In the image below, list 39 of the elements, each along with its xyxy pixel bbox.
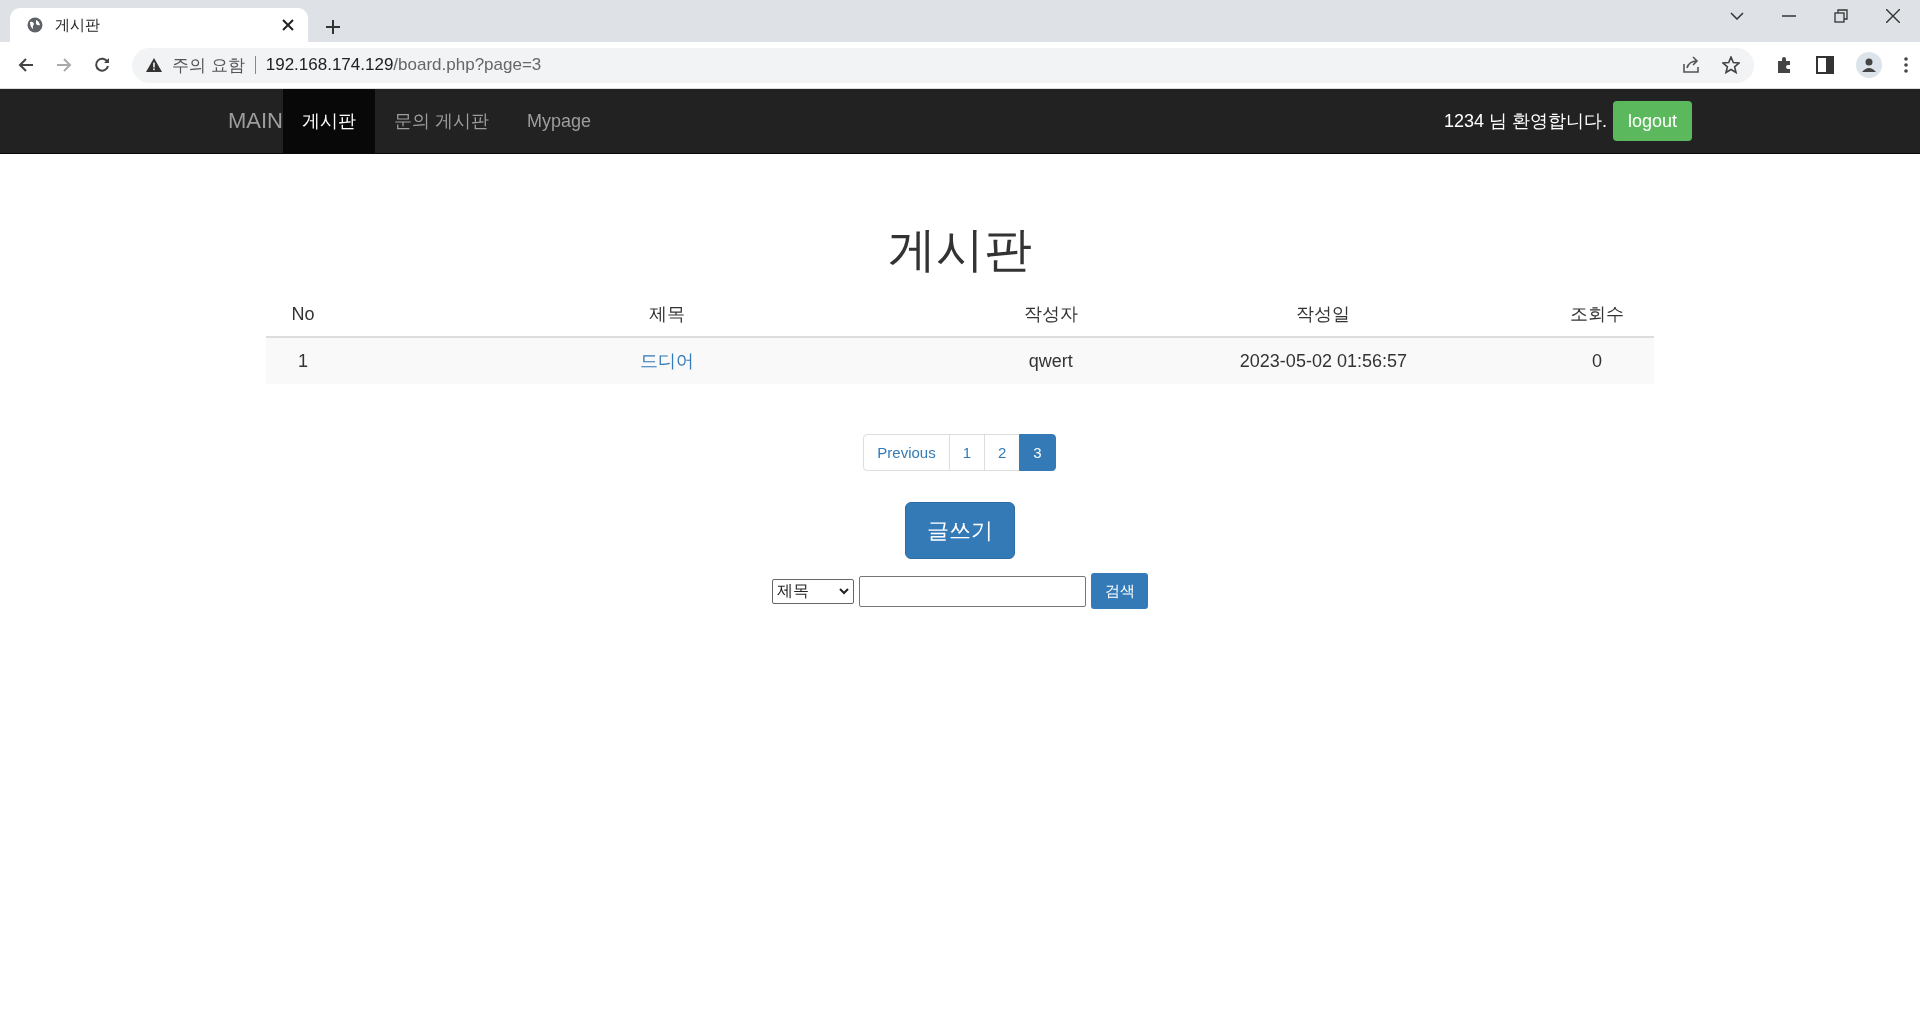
nav-link[interactable]: Mypage: [508, 89, 611, 153]
star-icon[interactable]: [1722, 56, 1740, 74]
nav-link[interactable]: 게시판: [283, 89, 375, 153]
nav-link[interactable]: 문의 게시판: [375, 89, 508, 153]
search-button[interactable]: 검색: [1091, 573, 1148, 609]
welcome-text: 1234 님 환영합니다.: [1443, 110, 1607, 133]
chevron-down-icon[interactable]: [1730, 12, 1744, 20]
tab-title: 게시판: [55, 15, 101, 35]
close-icon[interactable]: [282, 19, 294, 31]
side-panel-icon[interactable]: [1816, 56, 1834, 74]
browser-tab[interactable]: 게시판: [10, 8, 308, 42]
post-title-link[interactable]: 드디어: [640, 351, 695, 371]
address-bar[interactable]: 주의 요함 192.168.174.129/board.php?page=3: [132, 47, 1754, 83]
url-text: 192.168.174.129/board.php?page=3: [265, 55, 542, 75]
page-title: 게시판: [888, 222, 1032, 278]
search-field[interactable]: [859, 575, 1086, 607]
chevron-down-icon: [839, 587, 849, 595]
table-cell: 0: [1540, 337, 1654, 384]
page-link[interactable]: 3: [1019, 434, 1056, 471]
security-label: 주의 요함: [172, 54, 245, 77]
page-link[interactable]: 2: [984, 434, 1021, 471]
back-icon[interactable]: [18, 57, 34, 73]
table-cell: 2023-05-02 01:56:57: [1106, 337, 1541, 384]
share-icon[interactable]: [1682, 56, 1700, 74]
write-button[interactable]: 글쓰기: [905, 502, 1015, 559]
person-icon: [1862, 58, 1876, 72]
plus-icon[interactable]: [326, 20, 340, 34]
reload-icon[interactable]: [94, 57, 110, 73]
search-type-select[interactable]: 제목: [772, 578, 854, 604]
page-link[interactable]: Previous: [863, 434, 950, 471]
table-cell: qwert: [994, 337, 1107, 384]
profile-icon[interactable]: [1856, 52, 1882, 78]
brand-link[interactable]: MAIN: [228, 89, 283, 153]
menu-icon[interactable]: [1904, 57, 1908, 73]
globe-icon: [27, 17, 43, 33]
table-cell: 1: [266, 337, 340, 384]
warning-icon: [146, 58, 162, 72]
restore-icon[interactable]: [1834, 9, 1848, 23]
close-icon[interactable]: [1886, 9, 1900, 23]
